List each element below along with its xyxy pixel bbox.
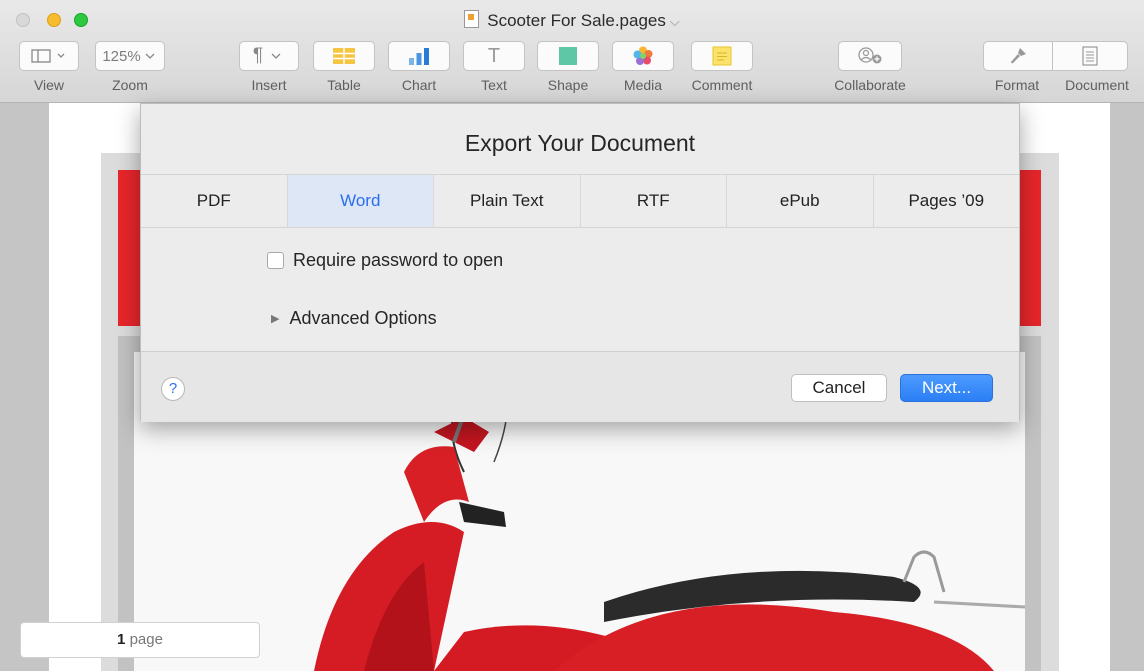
- shape-button[interactable]: [537, 41, 599, 71]
- help-button[interactable]: ?: [161, 377, 185, 401]
- paragraph-icon: ¶: [252, 45, 264, 66]
- insert-button[interactable]: ¶: [239, 41, 299, 71]
- view-button[interactable]: [19, 41, 79, 71]
- zoom-label: Zoom: [112, 77, 148, 93]
- require-password-option[interactable]: Require password to open: [267, 250, 503, 271]
- collaborate-label: Collaborate: [834, 77, 906, 93]
- tab-rtf[interactable]: RTF: [581, 175, 727, 227]
- photos-icon: [633, 46, 653, 65]
- require-password-checkbox[interactable]: [267, 252, 284, 269]
- dialog-footer: ? Cancel Next...: [141, 351, 1019, 422]
- cancel-button[interactable]: Cancel: [791, 374, 887, 402]
- comment-label: Comment: [691, 77, 753, 93]
- media-button[interactable]: [612, 41, 674, 71]
- comment-button[interactable]: [691, 41, 753, 71]
- text-button[interactable]: T: [463, 41, 525, 71]
- collaborate-add-person-icon: [858, 47, 882, 64]
- view-label: View: [33, 77, 65, 93]
- tab-epub[interactable]: ePub: [727, 175, 874, 227]
- zoom-value: 125%: [102, 47, 141, 65]
- next-button[interactable]: Next...: [900, 374, 993, 402]
- pages-document-icon: [464, 10, 480, 28]
- export-format-tabs: PDF Word Plain Text RTF ePub Pages ’09: [141, 174, 1019, 228]
- page-count-indicator: 1 page: [20, 622, 260, 658]
- chevron-down-icon: [271, 53, 281, 59]
- sidebar-icon: [31, 49, 65, 63]
- media-label: Media: [623, 77, 663, 93]
- shape-icon: [559, 47, 577, 65]
- format-button[interactable]: [983, 41, 1053, 71]
- document-button[interactable]: [1052, 41, 1128, 71]
- window-title-text: Scooter For Sale.pages: [487, 11, 666, 30]
- chevron-down-icon: [145, 53, 155, 59]
- window-title: Scooter For Sale.pages ⌵: [0, 10, 1144, 31]
- tab-pages-09[interactable]: Pages ’09: [874, 175, 1020, 227]
- advanced-options-label: Advanced Options: [289, 308, 437, 328]
- page-count-number: 1: [117, 631, 126, 648]
- paintbrush-icon: [1011, 48, 1026, 64]
- chart-icon: [409, 48, 429, 65]
- format-label: Format: [994, 77, 1040, 93]
- require-password-label: Require password to open: [293, 250, 504, 270]
- table-button[interactable]: [313, 41, 375, 71]
- document-label: Document: [1065, 77, 1129, 93]
- text-box-icon: T: [487, 44, 501, 67]
- tab-pdf[interactable]: PDF: [141, 175, 288, 227]
- window-toolbar: Scooter For Sale.pages ⌵ View 125% Zoom ¶…: [0, 0, 1144, 103]
- collaborate-button[interactable]: [838, 41, 902, 71]
- advanced-options-disclosure[interactable]: ▶ Advanced Options: [271, 308, 437, 329]
- zoom-select[interactable]: 125%: [95, 41, 165, 71]
- document-page-icon: [1082, 46, 1098, 66]
- comment-note-icon: [712, 46, 732, 66]
- chart-button[interactable]: [388, 41, 450, 71]
- tab-word[interactable]: Word: [287, 175, 434, 227]
- disclosure-triangle-icon: ▶: [271, 313, 280, 325]
- export-dialog: Export Your Document PDF Word Plain Text…: [140, 103, 1020, 422]
- dialog-title: Export Your Document: [464, 130, 696, 156]
- chevron-down-icon[interactable]: ⌵: [670, 14, 680, 29]
- table-icon: [333, 48, 355, 64]
- tab-plain-text[interactable]: Plain Text: [434, 175, 581, 227]
- page-count-word: page: [129, 631, 163, 648]
